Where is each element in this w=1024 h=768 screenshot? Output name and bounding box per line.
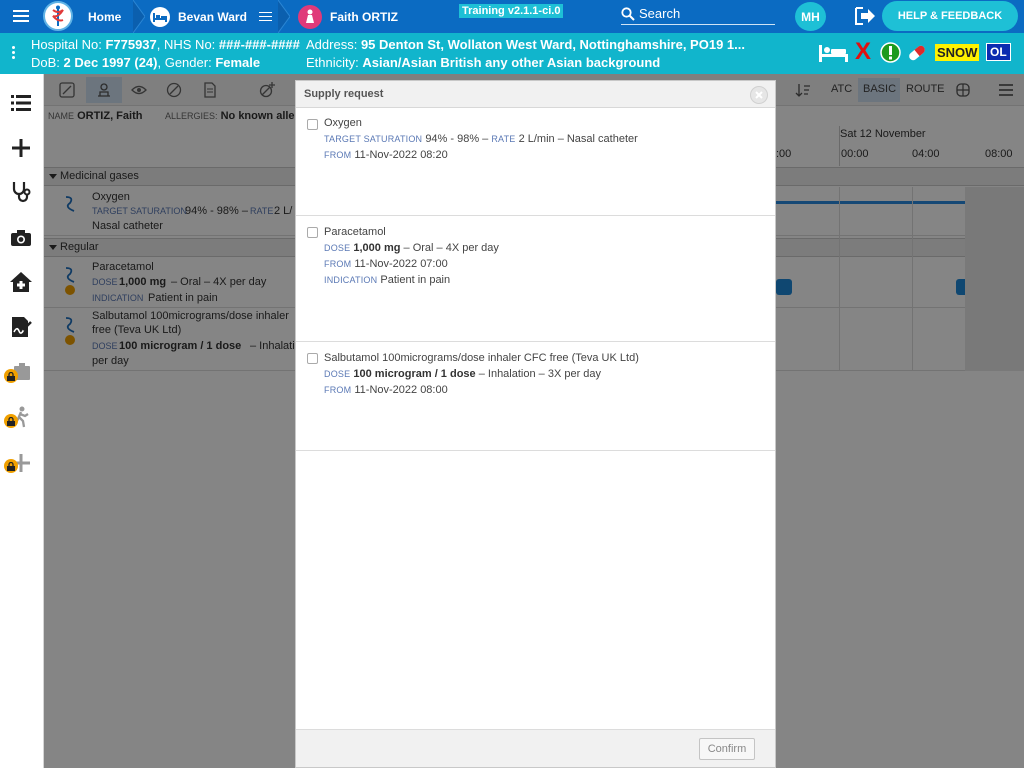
breadcrumb-separator-icon (133, 0, 145, 33)
ward-menu-icon[interactable] (258, 11, 272, 22)
breadcrumb-ward[interactable]: Bevan Ward (150, 0, 272, 33)
banner-more-icon[interactable] (12, 46, 16, 61)
item-name: Oxygen (324, 117, 362, 129)
item-start-date: FROM 11-Nov-2022 08:20 (324, 149, 448, 161)
help-feedback-button[interactable]: HELP & FEEDBACK (882, 1, 1018, 31)
select-checkbox[interactable] (307, 353, 318, 364)
breadcrumb-home[interactable]: Home (88, 0, 121, 33)
select-checkbox[interactable] (307, 119, 318, 130)
banner-ethnicity: Ethnicity: Asian/Asian British any other… (306, 55, 661, 70)
item-details: DOSE 1,000 mg – Oral – 4X per day (324, 242, 499, 254)
medication-capsule-icon[interactable] (906, 43, 928, 63)
breadcrumb-patient[interactable]: Faith ORTIZ (298, 0, 398, 33)
home-label: Home (88, 9, 122, 24)
banner-ids: Hospital No: F775937, NHS No: ###-###-##… (31, 37, 300, 52)
lock-icon (4, 414, 18, 428)
banner-address: Address: 95 Denton St, Wollaton West War… (306, 37, 745, 52)
dialog-title: Supply request (304, 88, 384, 100)
sidebar-list-icon[interactable] (9, 91, 33, 115)
patient-banner: Hospital No: F775937, NHS No: ###-###-##… (0, 33, 1024, 74)
breadcrumb-separator-icon (278, 0, 290, 33)
dialog-header: Supply request (296, 81, 775, 108)
top-nav-bar: Home Bevan Ward Faith ORTIZ Training v2.… (0, 0, 1024, 33)
dialog-footer: Confirm (296, 729, 775, 767)
confirm-button[interactable]: Confirm (699, 738, 755, 760)
item-start-date: FROM 11-Nov-2022 07:00 (324, 258, 448, 270)
ol-badge[interactable]: OL (986, 43, 1011, 61)
training-version-badge: Training v2.1.1-ci.0 (459, 4, 564, 18)
sidebar-stethoscope-icon[interactable] (9, 180, 33, 204)
sidebar-signed-document-icon[interactable] (9, 315, 33, 339)
supply-request-dialog: Supply request Oxygen TARGET SATURATION … (295, 80, 776, 768)
user-avatar[interactable]: MH (795, 2, 826, 31)
search-icon (621, 6, 635, 21)
logout-icon[interactable] (854, 6, 876, 26)
caduceus-icon (52, 5, 64, 26)
search-input[interactable]: Search (621, 3, 775, 25)
item-details: DOSE 100 microgram / 1 dose – Inhalation… (324, 368, 602, 380)
resus-status-x-icon[interactable]: X (855, 39, 871, 65)
sidebar-add-icon[interactable] (9, 136, 33, 160)
item-name: Paracetamol (324, 226, 386, 238)
hamburger-menu-icon[interactable] (13, 10, 29, 22)
item-name: Salbutamol 100micrograms/dose inhaler CF… (324, 352, 639, 364)
alert-exclamation-icon[interactable] (880, 42, 901, 63)
bed-icon (150, 6, 170, 27)
inpatient-bed-icon[interactable] (819, 44, 848, 62)
select-checkbox[interactable] (307, 227, 318, 238)
item-details: TARGET SATURATION 94% - 98% – RATE 2 L/m… (324, 133, 638, 145)
female-patient-icon (298, 4, 322, 29)
supply-item-paracetamol: Paracetamol DOSE 1,000 mg – Oral – 4X pe… (296, 216, 775, 342)
left-sidebar (0, 74, 44, 768)
ward-label: Bevan Ward (178, 9, 247, 24)
patient-label: Faith ORTIZ (330, 9, 398, 24)
search-placeholder: Search (639, 6, 681, 21)
app-logo[interactable] (43, 1, 73, 31)
supply-item-salbutamol: Salbutamol 100micrograms/dose inhaler CF… (296, 342, 775, 451)
lock-icon (4, 459, 18, 473)
banner-dob-gender: DoB: 2 Dec 1997 (24), Gender: Female (31, 55, 261, 70)
snow-badge[interactable]: SNOW (935, 44, 980, 61)
sidebar-home-medical-icon[interactable] (9, 270, 33, 294)
item-indication: INDICATION Patient in pain (324, 274, 451, 286)
item-start-date: FROM 11-Nov-2022 08:00 (324, 384, 448, 396)
close-icon[interactable] (750, 86, 768, 104)
lock-icon (4, 369, 18, 383)
supply-item-oxygen: Oxygen TARGET SATURATION 94% - 98% – RAT… (296, 108, 775, 216)
sidebar-camera-icon[interactable] (9, 226, 33, 250)
